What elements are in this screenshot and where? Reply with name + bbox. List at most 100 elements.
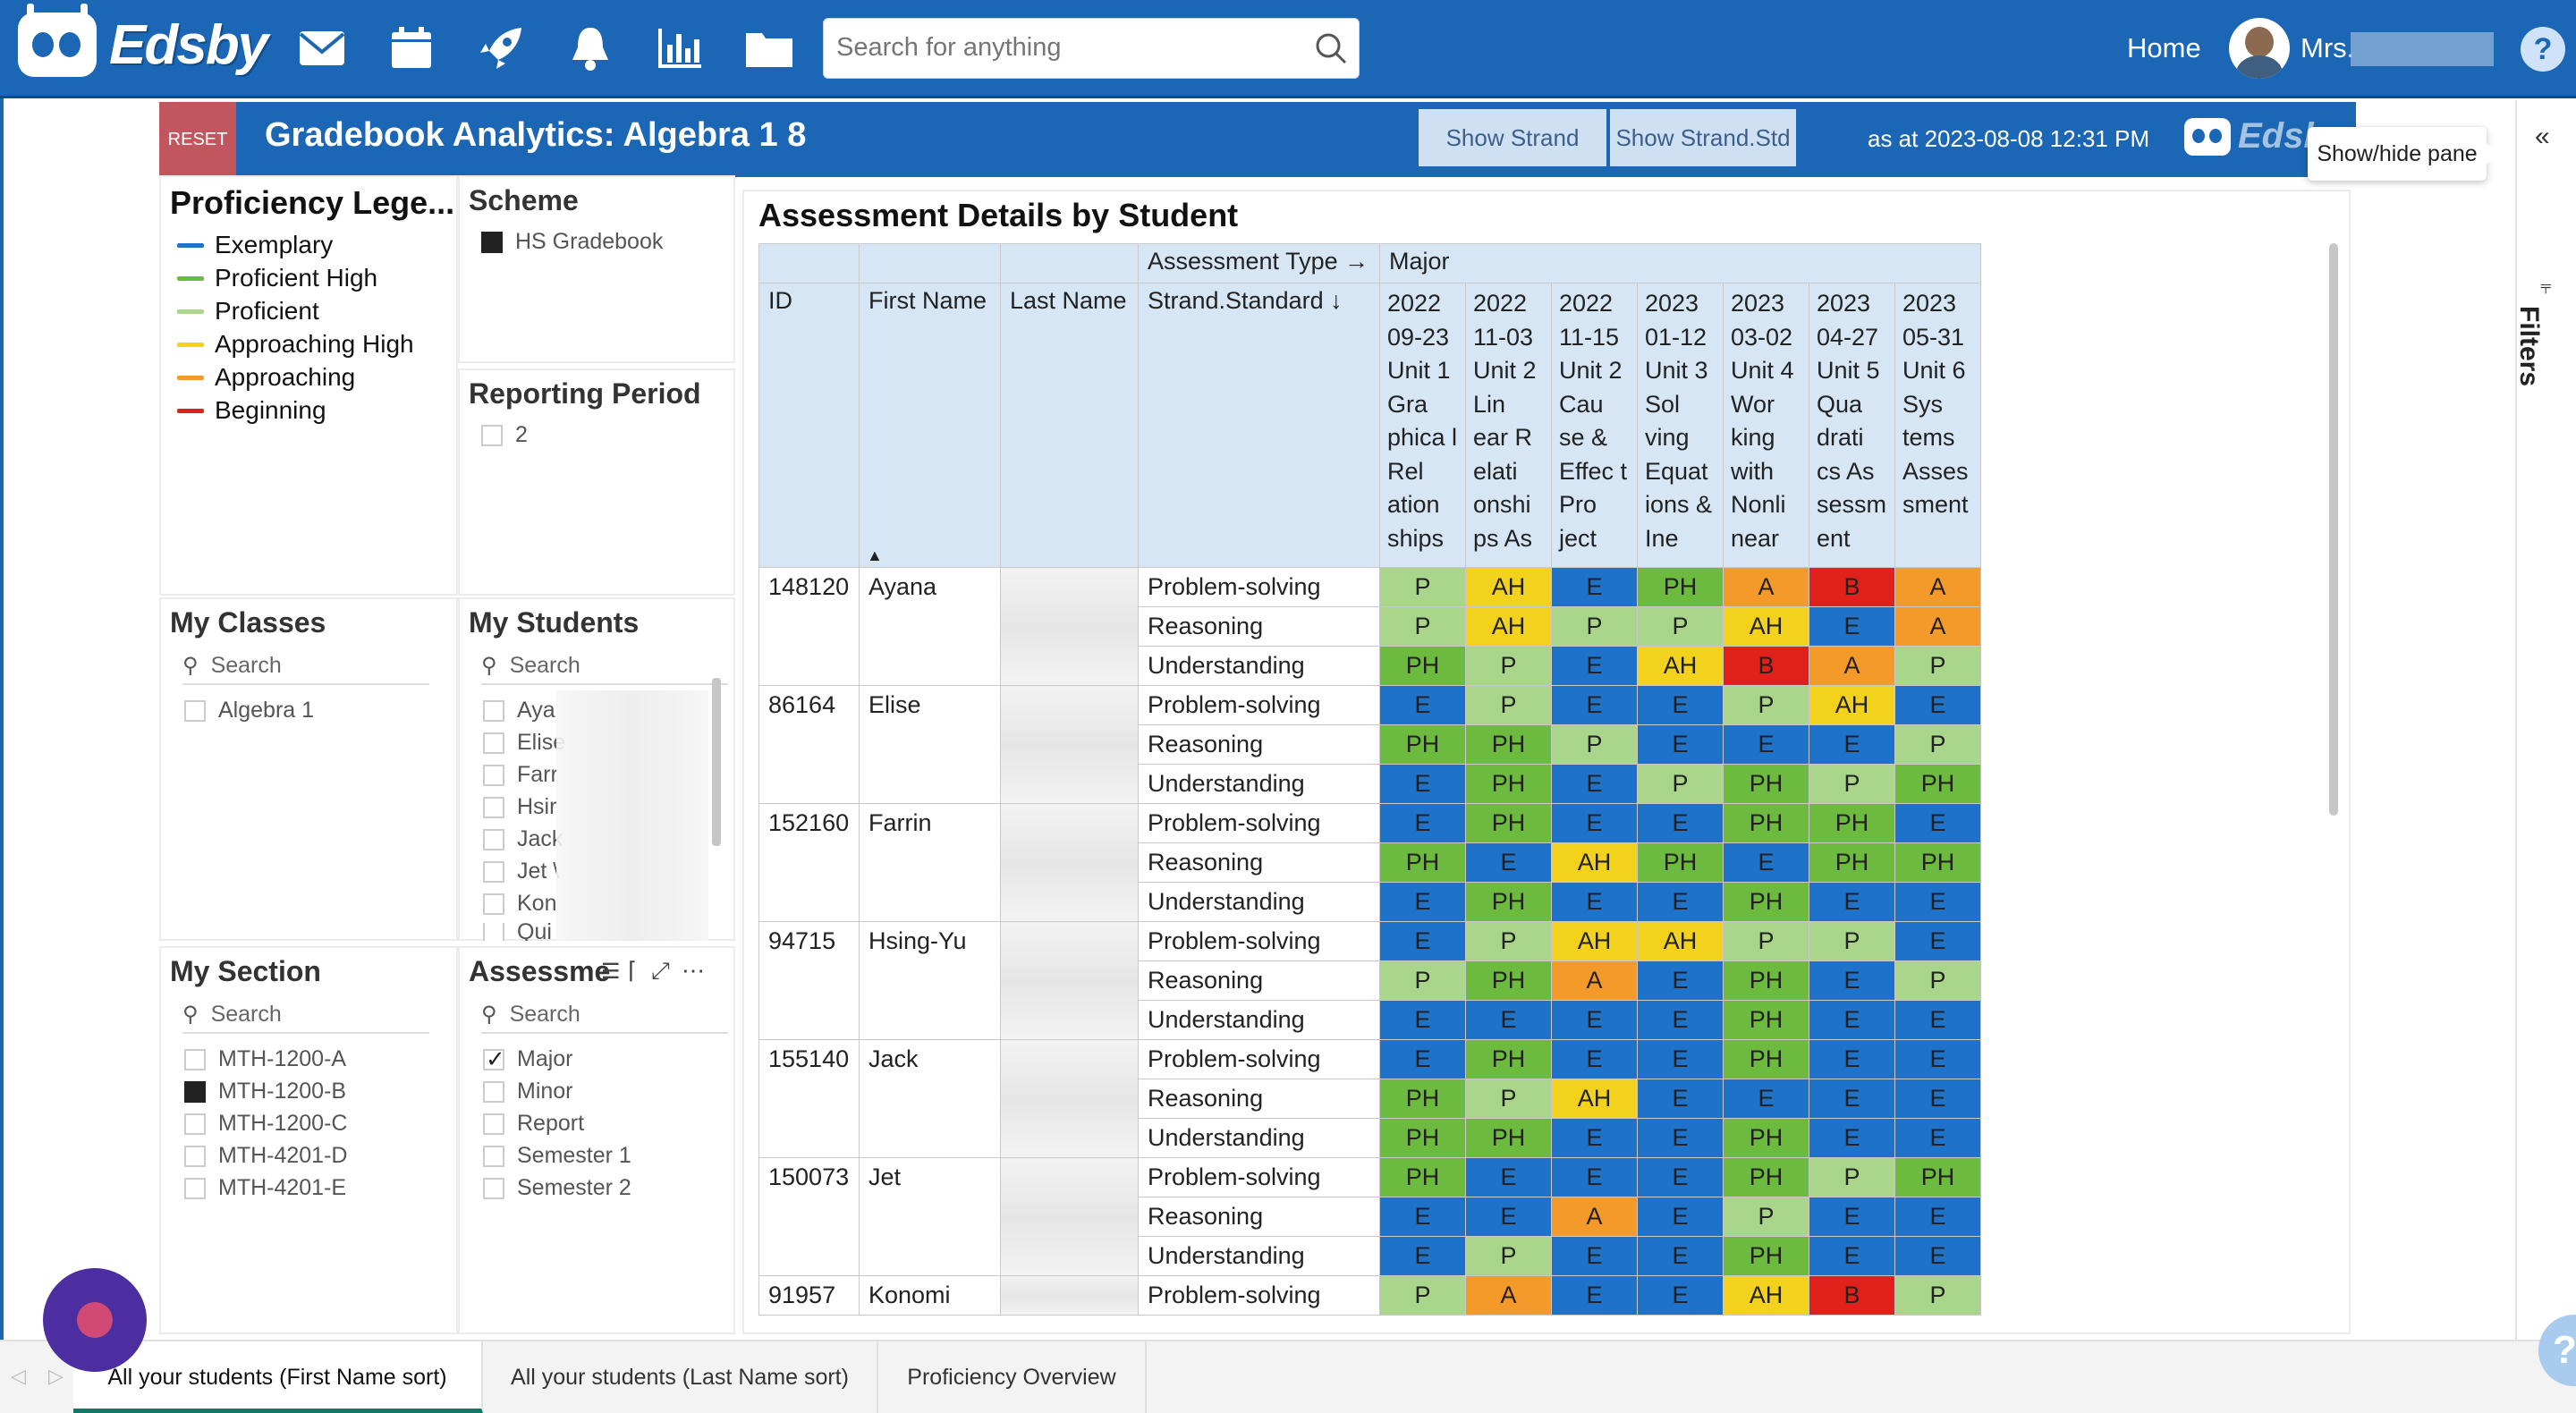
grade-cell[interactable]: E: [1465, 1000, 1552, 1040]
grade-cell[interactable]: PH: [1809, 842, 1895, 883]
grade-cell[interactable]: P: [1894, 960, 1981, 1001]
grade-cell[interactable]: E: [1637, 724, 1724, 765]
grade-cell[interactable]: AH: [1723, 1275, 1809, 1316]
grade-cell[interactable]: PH: [1894, 1157, 1981, 1197]
grade-cell[interactable]: E: [1723, 724, 1809, 765]
grade-cell[interactable]: PH: [1379, 646, 1466, 686]
checkbox[interactable]: [483, 893, 504, 915]
grade-cell[interactable]: E: [1637, 1118, 1724, 1158]
checkbox[interactable]: [483, 923, 504, 941]
section-option[interactable]: MTH-1200-A: [184, 1046, 346, 1072]
grade-cell[interactable]: E: [1637, 1236, 1724, 1276]
grade-cell[interactable]: PH: [1465, 960, 1552, 1001]
grade-cell[interactable]: A: [1894, 567, 1981, 607]
student-option[interactable]: Elise: [483, 730, 565, 756]
strand-column-header[interactable]: Strand.Standard ↓: [1138, 283, 1380, 568]
grade-cell[interactable]: PH: [1723, 1157, 1809, 1197]
checkbox[interactable]: [184, 1048, 206, 1070]
grade-cell[interactable]: P: [1379, 960, 1466, 1001]
help-icon[interactable]: ?: [2521, 27, 2565, 72]
tab-next-icon[interactable]: ▷: [48, 1365, 64, 1388]
grade-cell[interactable]: E: [1809, 1039, 1895, 1079]
checkbox[interactable]: [483, 699, 504, 722]
grade-cell[interactable]: B: [1809, 567, 1895, 607]
student-option[interactable]: Jet \: [483, 859, 559, 884]
checkbox[interactable]: [483, 860, 504, 883]
grade-cell[interactable]: P: [1637, 764, 1724, 804]
grade-cell[interactable]: E: [1637, 882, 1724, 922]
grade-cell[interactable]: E: [1379, 1197, 1466, 1237]
filter-icon[interactable]: ☰: [601, 959, 621, 985]
folder-icon[interactable]: [742, 23, 796, 73]
grade-cell[interactable]: P: [1809, 1157, 1895, 1197]
grade-cell[interactable]: P: [1809, 764, 1895, 804]
grade-cell[interactable]: PH: [1465, 724, 1552, 765]
section-search[interactable]: ⚲ Search: [182, 996, 429, 1034]
grade-cell[interactable]: PH: [1465, 1118, 1552, 1158]
grade-cell[interactable]: E: [1379, 764, 1466, 804]
user-name[interactable]: Mrs.: [2301, 32, 2354, 64]
checkbox[interactable]: [184, 1080, 206, 1103]
tab-prev-icon[interactable]: ◁: [11, 1365, 26, 1388]
grade-cell[interactable]: PH: [1723, 882, 1809, 922]
grade-cell[interactable]: E: [1379, 685, 1466, 725]
student-option[interactable]: Kon: [483, 891, 556, 917]
assessment-column-header[interactable]: 2022 09-23 Unit 1 Gra phica l Rel ation …: [1379, 283, 1466, 568]
calendar-icon[interactable]: [385, 23, 438, 73]
grade-cell[interactable]: PH: [1379, 1118, 1466, 1158]
filters-pane[interactable]: « ⫧ Filters: [2514, 100, 2576, 1341]
assessment-option[interactable]: Semester 2: [483, 1175, 631, 1201]
tab-proficiency-overview[interactable]: Proficiency Overview: [878, 1341, 1147, 1413]
grade-cell[interactable]: E: [1551, 764, 1638, 804]
grade-cell[interactable]: E: [1465, 842, 1552, 883]
grade-cell[interactable]: PH: [1723, 1000, 1809, 1040]
mail-icon[interactable]: [295, 23, 349, 73]
grade-cell[interactable]: E: [1551, 803, 1638, 843]
grade-cell[interactable]: PH: [1723, 1039, 1809, 1079]
grade-cell[interactable]: E: [1551, 685, 1638, 725]
grade-cell[interactable]: E: [1551, 1236, 1638, 1276]
grade-cell[interactable]: A: [1894, 606, 1981, 647]
grade-cell[interactable]: E: [1551, 646, 1638, 686]
checkbox[interactable]: [184, 1145, 206, 1167]
grade-cell[interactable]: E: [1809, 606, 1895, 647]
grade-cell[interactable]: B: [1723, 646, 1809, 686]
grade-cell[interactable]: AH: [1465, 606, 1552, 647]
id-column-header[interactable]: ID: [758, 283, 860, 568]
grade-cell[interactable]: E: [1379, 921, 1466, 961]
grade-cell[interactable]: E: [1723, 1079, 1809, 1119]
assessment-option[interactable]: Major: [483, 1045, 573, 1073]
grade-cell[interactable]: E: [1637, 1000, 1724, 1040]
checkbox[interactable]: [483, 1177, 504, 1199]
grade-cell[interactable]: P: [1465, 685, 1552, 725]
global-search-input[interactable]: [824, 19, 1289, 76]
grade-cell[interactable]: P: [1465, 1079, 1552, 1119]
grade-cell[interactable]: A: [1551, 960, 1638, 1001]
assessment-column-header[interactable]: 2023 04-27 Unit 5 Qua drati cs As sessm …: [1809, 283, 1895, 568]
checkbox[interactable]: [184, 1113, 206, 1135]
last-name-column-header[interactable]: Last Name: [1000, 283, 1139, 568]
grade-cell[interactable]: PH: [1465, 882, 1552, 922]
grade-cell[interactable]: E: [1809, 1000, 1895, 1040]
grade-cell[interactable]: PH: [1723, 960, 1809, 1001]
grade-cell[interactable]: P: [1465, 1236, 1552, 1276]
grade-cell[interactable]: E: [1809, 1079, 1895, 1119]
grade-cell[interactable]: A: [1551, 1197, 1638, 1237]
grade-cell[interactable]: P: [1723, 921, 1809, 961]
global-search-box[interactable]: [823, 18, 1360, 79]
checkbox[interactable]: [483, 796, 504, 818]
assessment-column-header[interactable]: 2022 11-03 Unit 2 Lin ear R elati onshi …: [1465, 283, 1552, 568]
grade-cell[interactable]: P: [1894, 646, 1981, 686]
period-option[interactable]: 2: [481, 422, 528, 448]
students-search[interactable]: ⚲ Search: [481, 647, 728, 685]
grade-cell[interactable]: E: [1637, 803, 1724, 843]
grade-cell[interactable]: E: [1809, 1197, 1895, 1237]
grade-cell[interactable]: E: [1894, 685, 1981, 725]
grade-cell[interactable]: PH: [1723, 1236, 1809, 1276]
grade-cell[interactable]: P: [1379, 1275, 1466, 1316]
grade-cell[interactable]: E: [1465, 1197, 1552, 1237]
grade-cell[interactable]: A: [1465, 1275, 1552, 1316]
grade-cell[interactable]: E: [1723, 842, 1809, 883]
show-strand-button[interactable]: Show Strand: [1419, 109, 1606, 166]
more-options-icon[interactable]: ⋯: [682, 957, 705, 985]
